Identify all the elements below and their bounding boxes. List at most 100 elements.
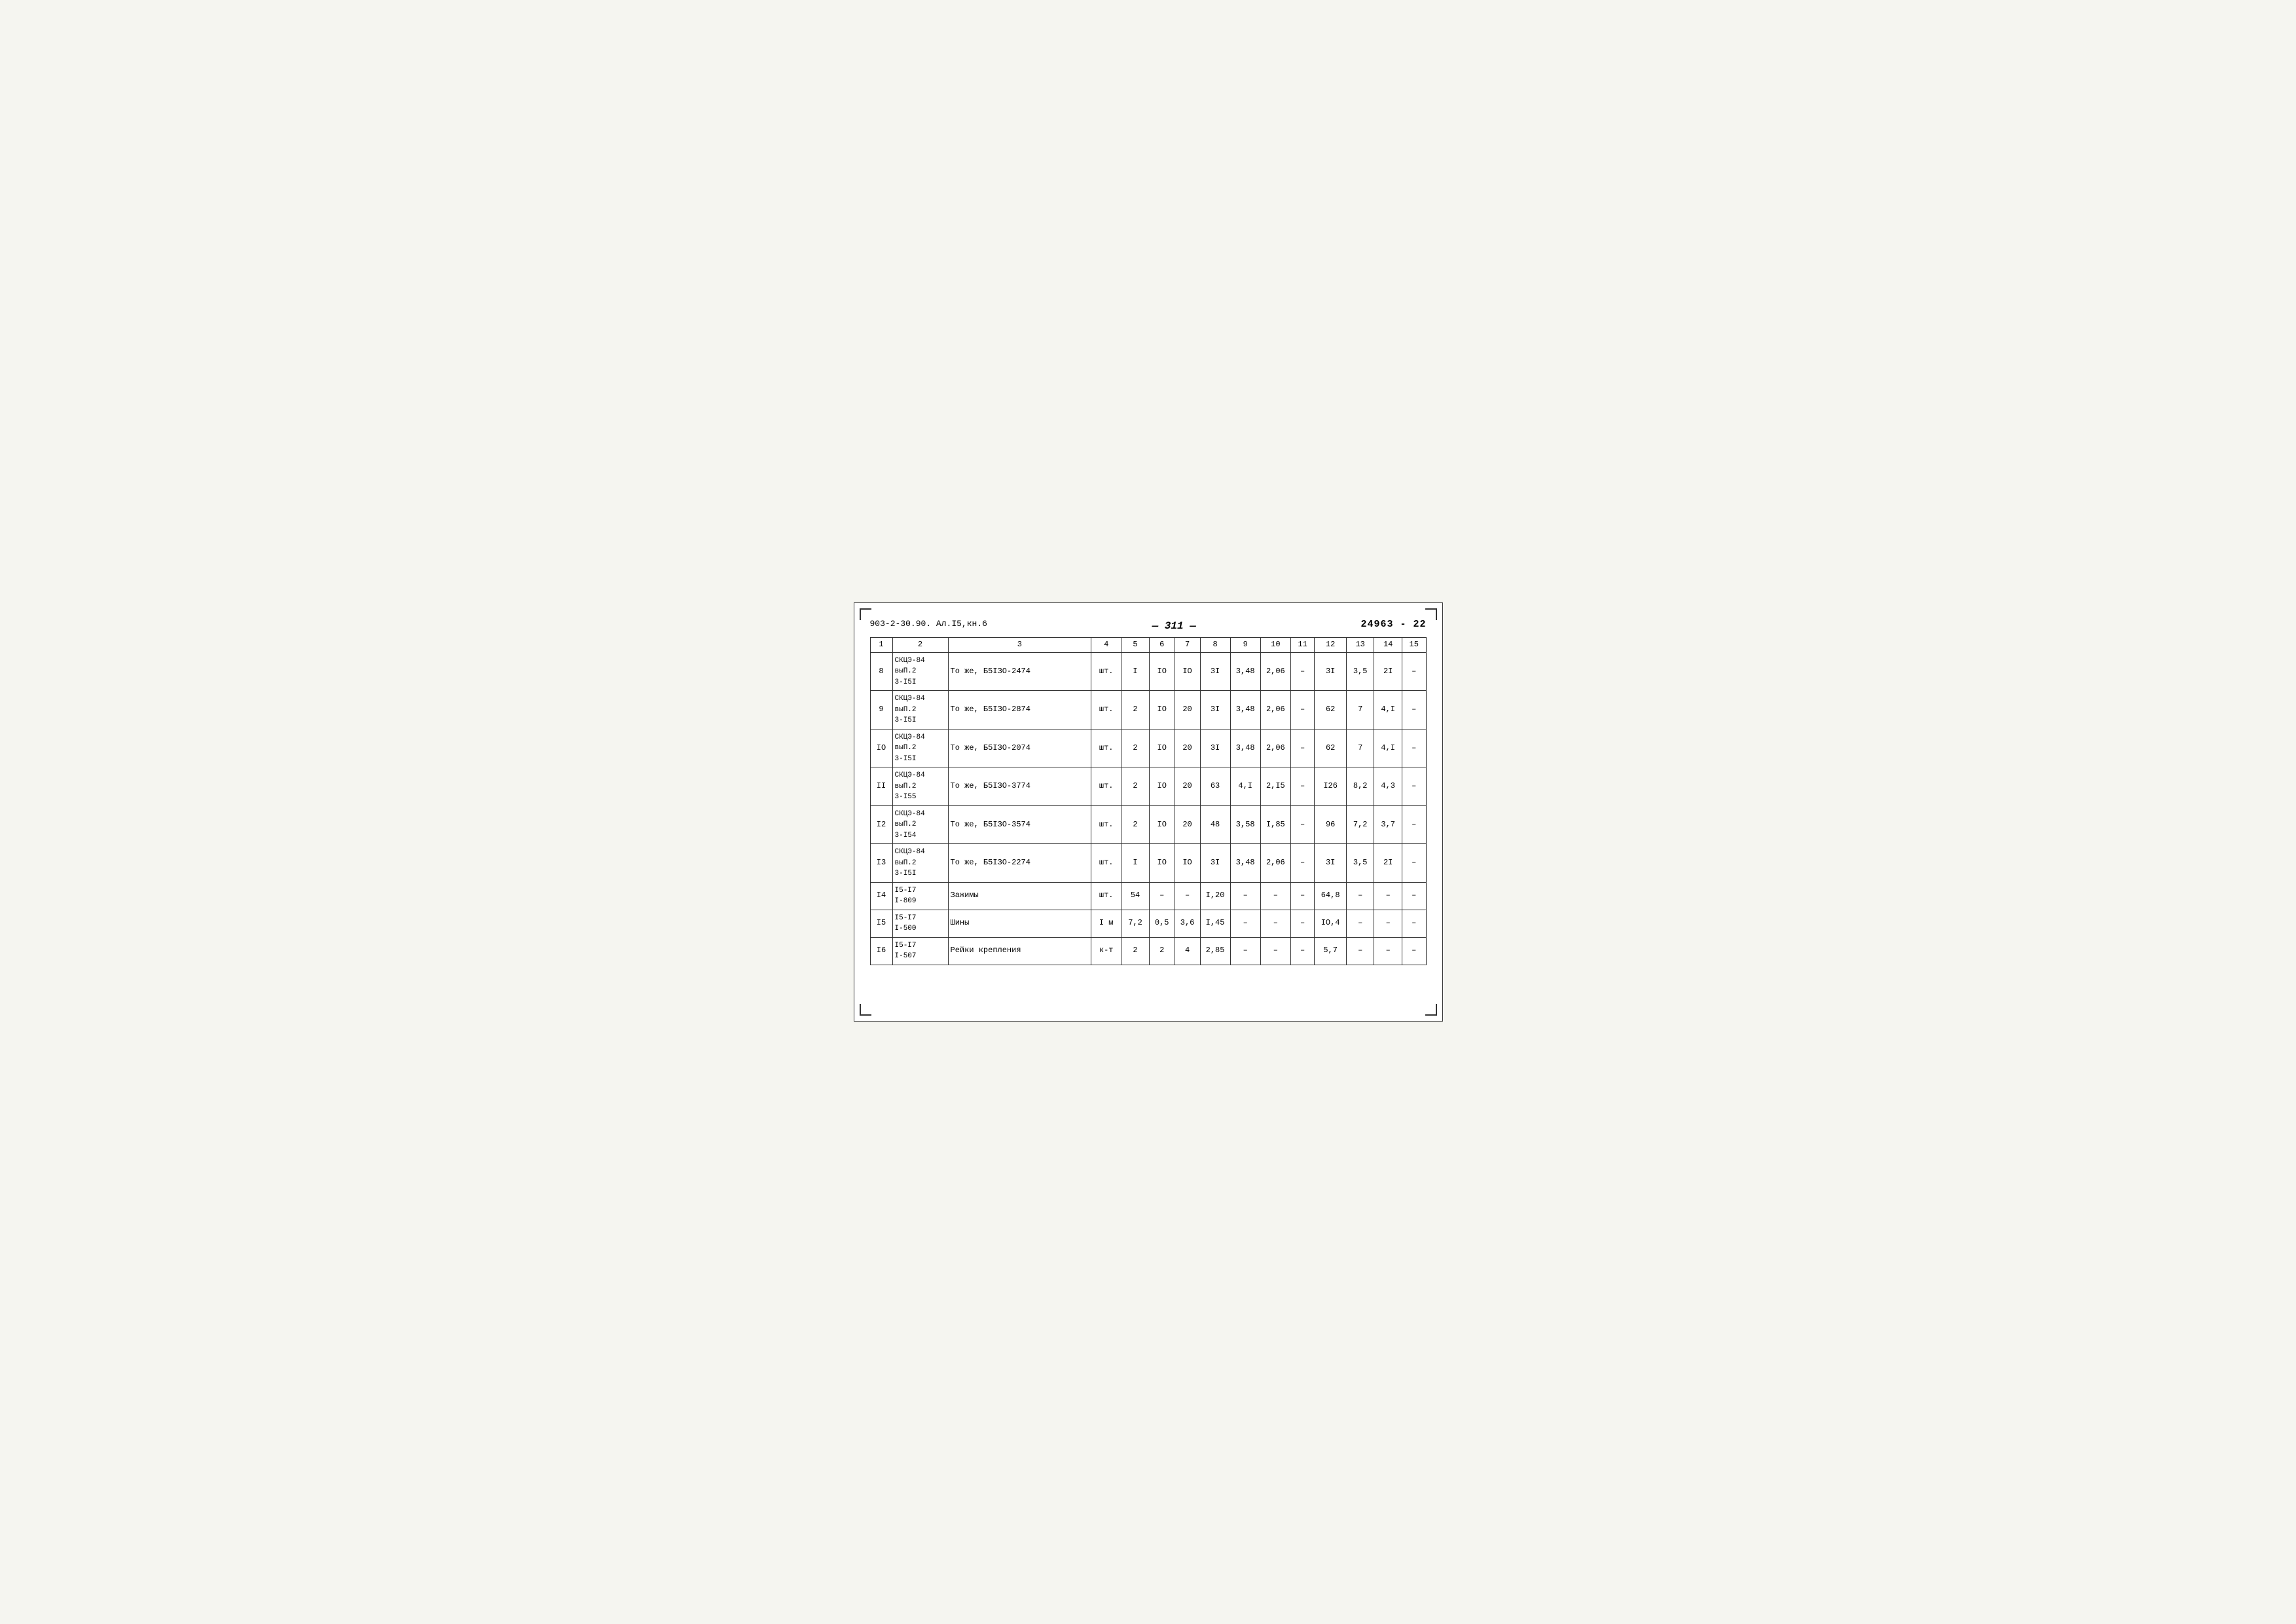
page-number: — 311 —: [987, 620, 1361, 632]
cell-col8: 3I: [1200, 652, 1230, 691]
cell-col10: –: [1260, 882, 1290, 910]
cell-qty: 54: [1121, 882, 1150, 910]
cell-col12: 62: [1315, 729, 1347, 767]
cell-description: То же, Б5IЗО-3574: [948, 805, 1091, 844]
cell-unit: к-т: [1091, 937, 1121, 965]
cell-col9: –: [1230, 882, 1260, 910]
cell-unit: I м: [1091, 910, 1121, 937]
cell-col15: –: [1402, 844, 1426, 883]
cell-col6: 2: [1149, 937, 1175, 965]
cell-unit: шт.: [1091, 882, 1121, 910]
cell-description: То же, Б5IЗО-2274: [948, 844, 1091, 883]
col-header-7: 7: [1175, 638, 1200, 653]
cell-col15: –: [1402, 691, 1426, 729]
table-row: 9СКЦЭ-84выП.23-I5IТо же, Б5IЗО-2874шт.2I…: [870, 691, 1426, 729]
col-header-15: 15: [1402, 638, 1426, 653]
cell-qty: 2: [1121, 691, 1150, 729]
cell-qty: 2: [1121, 767, 1150, 806]
cell-col10: 2,06: [1260, 729, 1290, 767]
cell-col13: 3,5: [1346, 844, 1374, 883]
cell-col6: –: [1149, 882, 1175, 910]
cell-unit: шт.: [1091, 767, 1121, 806]
cell-code: СКЦЭ-84выП.23-I5I: [892, 691, 948, 729]
cell-col11: –: [1290, 882, 1314, 910]
cell-col14: 2I: [1374, 844, 1402, 883]
cell-col15: –: [1402, 937, 1426, 965]
cell-description: То же, Б5IЗО-3774: [948, 767, 1091, 806]
document-number: 24963 - 22: [1360, 619, 1426, 630]
table-row: IOСКЦЭ-84выП.23-I5IТо же, Б5IЗО-2074шт.2…: [870, 729, 1426, 767]
cell-code: I5-I7I-507: [892, 937, 948, 965]
col-header-2: 2: [892, 638, 948, 653]
cell-col14: 4,I: [1374, 691, 1402, 729]
cell-col10: 2,I5: [1260, 767, 1290, 806]
corner-bl: [860, 1004, 871, 1016]
cell-row-num: IO: [870, 729, 892, 767]
cell-code: СКЦЭ-84выП.23-I5I: [892, 729, 948, 767]
cell-col9: 3,48: [1230, 729, 1260, 767]
cell-col15: –: [1402, 882, 1426, 910]
cell-qty: I: [1121, 652, 1150, 691]
cell-col15: –: [1402, 652, 1426, 691]
cell-col12: 62: [1315, 691, 1347, 729]
cell-col7: 20: [1175, 691, 1200, 729]
cell-row-num: I4: [870, 882, 892, 910]
cell-row-num: I6: [870, 937, 892, 965]
cell-col9: –: [1230, 910, 1260, 937]
cell-col10: 2,06: [1260, 844, 1290, 883]
cell-col6: IO: [1149, 805, 1175, 844]
cell-col6: IO: [1149, 844, 1175, 883]
col-header-14: 14: [1374, 638, 1402, 653]
cell-col14: 4,I: [1374, 729, 1402, 767]
cell-col15: –: [1402, 729, 1426, 767]
cell-col7: 3,6: [1175, 910, 1200, 937]
cell-code: СКЦЭ-84выП.23-I55: [892, 767, 948, 806]
cell-col9: 3,58: [1230, 805, 1260, 844]
cell-col6: 0,5: [1149, 910, 1175, 937]
cell-code: СКЦЭ-84выП.23-I5I: [892, 652, 948, 691]
cell-col13: 3,5: [1346, 652, 1374, 691]
cell-col11: –: [1290, 767, 1314, 806]
cell-col11: –: [1290, 937, 1314, 965]
cell-col8: 63: [1200, 767, 1230, 806]
table-row: I4I5-I7I-809Зажимышт.54––I,20–––64,8–––: [870, 882, 1426, 910]
cell-col12: IO,4: [1315, 910, 1347, 937]
cell-col11: –: [1290, 691, 1314, 729]
cell-col15: –: [1402, 767, 1426, 806]
col-header-1: 1: [870, 638, 892, 653]
cell-row-num: 8: [870, 652, 892, 691]
table-row: 8СКЦЭ-84выП.23-I5IТо же, Б5IЗО-2474шт.II…: [870, 652, 1426, 691]
cell-unit: шт.: [1091, 652, 1121, 691]
cell-col11: –: [1290, 844, 1314, 883]
cell-row-num: I3: [870, 844, 892, 883]
cell-col6: IO: [1149, 691, 1175, 729]
cell-col9: 3,48: [1230, 691, 1260, 729]
cell-col12: 64,8: [1315, 882, 1347, 910]
cell-col6: IO: [1149, 652, 1175, 691]
cell-unit: шт.: [1091, 729, 1121, 767]
cell-col8: 3I: [1200, 844, 1230, 883]
cell-col13: –: [1346, 882, 1374, 910]
cell-col7: 4: [1175, 937, 1200, 965]
corner-tl: [860, 608, 871, 620]
cell-col13: 7: [1346, 729, 1374, 767]
cell-qty: I: [1121, 844, 1150, 883]
cell-col7: 20: [1175, 767, 1200, 806]
cell-unit: шт.: [1091, 691, 1121, 729]
cell-row-num: II: [870, 767, 892, 806]
table-header-row: 1 2 3 4 5 6 7 8 9 10 11 12 13 14 15: [870, 638, 1426, 653]
cell-col11: –: [1290, 729, 1314, 767]
cell-qty: 2: [1121, 937, 1150, 965]
cell-col10: 2,06: [1260, 652, 1290, 691]
cell-col14: –: [1374, 882, 1402, 910]
table-row: IIСКЦЭ-84выП.23-I55То же, Б5IЗО-3774шт.2…: [870, 767, 1426, 806]
cell-col9: 3,48: [1230, 652, 1260, 691]
cell-col11: –: [1290, 652, 1314, 691]
col-header-4: 4: [1091, 638, 1121, 653]
corner-tr: [1425, 608, 1437, 620]
cell-row-num: 9: [870, 691, 892, 729]
cell-col14: 3,7: [1374, 805, 1402, 844]
table-row: I2СКЦЭ-84выП.23-I54То же, Б5IЗО-3574шт.2…: [870, 805, 1426, 844]
col-header-9: 9: [1230, 638, 1260, 653]
cell-col7: 20: [1175, 729, 1200, 767]
